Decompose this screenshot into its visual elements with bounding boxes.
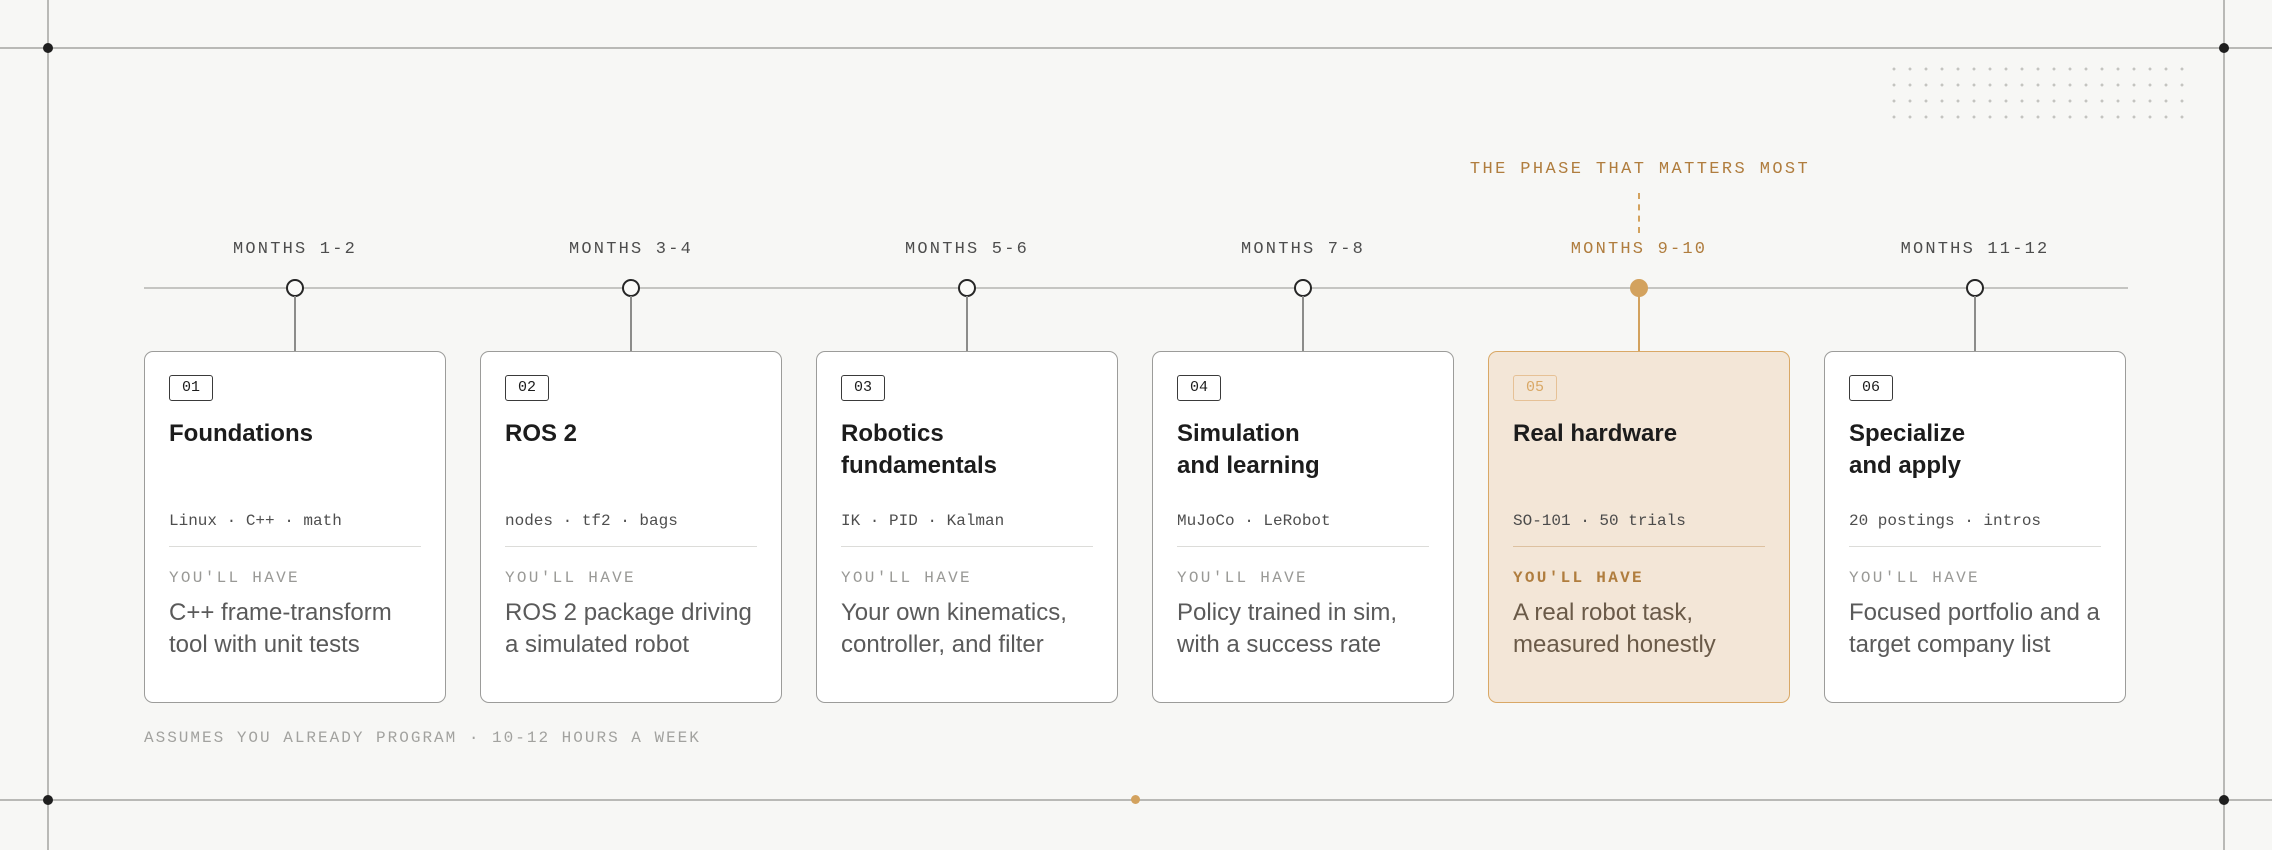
- phase-months-label: MONTHS 9-10: [1570, 240, 1708, 259]
- phase-card: 06 Specialize and apply 20 postings · intr…: [1824, 351, 2126, 703]
- timeline-connector: [630, 296, 632, 352]
- callout-connector: [1638, 193, 1640, 233]
- phase-number-badge: 06: [1849, 375, 1894, 401]
- phase-number-badge: 03: [841, 375, 886, 401]
- timeline-connector: [1974, 296, 1976, 352]
- phase-number-badge: 02: [505, 375, 550, 401]
- timeline-node: [1629, 279, 1648, 297]
- timeline-node: [621, 279, 640, 297]
- phase-months-label: MONTHS 3-4: [568, 240, 694, 259]
- card-divider: [505, 546, 757, 547]
- footnote: ASSUMES YOU ALREADY PROGRAM · 10-12 HOUR…: [144, 729, 701, 747]
- card-divider: [841, 546, 1093, 547]
- youll-have-text: Your own kinematics, controller, and fil…: [841, 599, 1067, 658]
- bottom-accent-dot: [1131, 795, 1140, 804]
- frame-corner-dot: [43, 795, 53, 805]
- youll-have-text: Focused portfolio and a target company l…: [1849, 599, 2100, 658]
- timeline-connector: [1302, 296, 1304, 352]
- phase-card: 03 Robotics fundamentals IK · PID · Kalman…: [816, 351, 1118, 703]
- frame-corner-dot: [2219, 795, 2229, 805]
- timeline-node: [1293, 279, 1312, 297]
- phase-number-badge: 01: [169, 375, 214, 401]
- frame-right-line: [2223, 0, 2225, 850]
- phase-card: 01 Foundations Linux · C++ · math YOU'LL HA…: [144, 351, 446, 703]
- decorative-dot-grid: [1886, 61, 2196, 119]
- timeline-connector: [966, 296, 968, 352]
- timeline-connector: [1638, 296, 1640, 352]
- card-divider: [1177, 546, 1429, 547]
- timeline-node: [285, 279, 304, 297]
- phase-title: Specialize and apply: [1849, 420, 1966, 479]
- timeline-connector: [294, 296, 296, 352]
- youll-have-text: Policy trained in sim, with a success ra…: [1177, 599, 1398, 658]
- youll-have-text: C++ frame-transform tool with unit tests: [169, 599, 392, 658]
- timeline-node: [957, 279, 976, 297]
- phase-title: Foundations: [169, 420, 313, 447]
- phase-tags: Linux · C++ · math: [169, 512, 342, 530]
- youll-have-label: YOU'LL HAVE: [1513, 569, 1644, 587]
- frame-corner-dot: [43, 43, 53, 53]
- phase-months-label: MONTHS 7-8: [1240, 240, 1366, 259]
- youll-have-text: A real robot task, measured honestly: [1513, 599, 1716, 658]
- youll-have-label: YOU'LL HAVE: [505, 569, 636, 587]
- card-divider: [1849, 546, 2101, 547]
- phase-title: Robotics fundamentals: [841, 420, 998, 479]
- phase-card: 04 Simulation and learning MuJoCo · LeRobo…: [1152, 351, 1454, 703]
- youll-have-label: YOU'LL HAVE: [841, 569, 972, 587]
- phase-title: Simulation and learning: [1177, 420, 1320, 479]
- phase-tags: IK · PID · Kalman: [841, 512, 1005, 530]
- frame-corner-dot: [2219, 43, 2229, 53]
- youll-have-text: ROS 2 package driving a simulated robot: [505, 599, 752, 658]
- youll-have-label: YOU'LL HAVE: [1177, 569, 1308, 587]
- phase-number-badge: 05: [1513, 375, 1558, 401]
- timeline-node: [1965, 279, 1984, 297]
- phase-tags: SO-101 · 50 trials: [1513, 512, 1686, 530]
- timeline-axis: [144, 287, 2128, 289]
- phase-card: 05 Real hardware SO-101 · 50 trials YOU'LL …: [1488, 351, 1790, 703]
- phase-title: ROS 2: [505, 420, 578, 447]
- phase-months-label: MONTHS 5-6: [904, 240, 1030, 259]
- phase-number-badge: 04: [1177, 375, 1222, 401]
- phase-title: Real hardware: [1513, 420, 1678, 447]
- youll-have-label: YOU'LL HAVE: [1849, 569, 1980, 587]
- phase-tags: 20 postings · intros: [1849, 512, 2042, 530]
- card-divider: [169, 546, 421, 547]
- phase-months-label: MONTHS 11-12: [1900, 240, 2050, 259]
- phase-tags: nodes · tf2 · bags: [505, 512, 678, 530]
- phase-callout: THE PHASE THAT MATTERS MOST: [1469, 160, 1811, 179]
- frame-top-line: [0, 47, 2272, 49]
- youll-have-label: YOU'LL HAVE: [169, 569, 300, 587]
- card-divider: [1513, 546, 1765, 547]
- frame-left-line: [47, 0, 49, 850]
- phase-tags: MuJoCo · LeRobot: [1177, 512, 1331, 530]
- phase-card: 02 ROS 2 nodes · tf2 · bags YOU'LL HAVE ROS …: [480, 351, 782, 703]
- phase-months-label: MONTHS 1-2: [232, 240, 358, 259]
